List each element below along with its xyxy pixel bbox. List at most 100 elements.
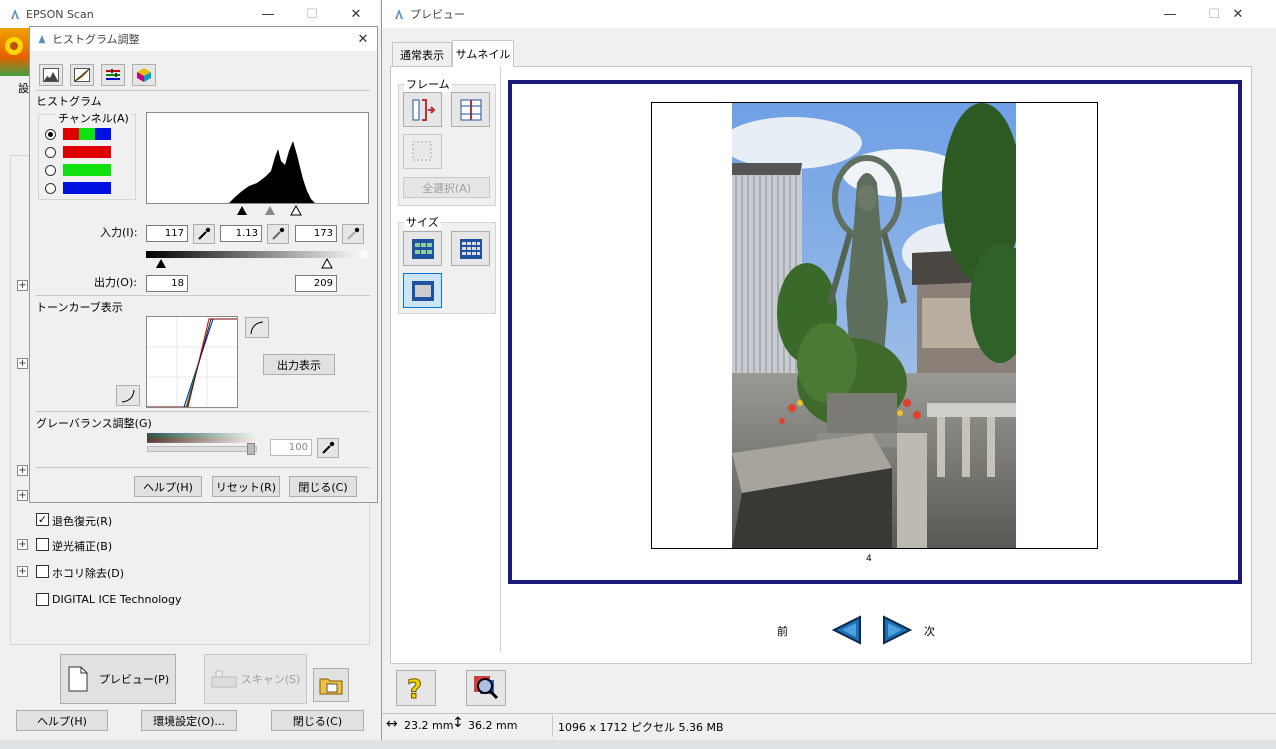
gray-balance-gradient: [147, 433, 257, 443]
input-shadow-field[interactable]: 117: [146, 225, 188, 242]
frame-detect-button[interactable]: [403, 92, 442, 127]
size-label: サイズ: [404, 214, 441, 230]
frame-detect-icon: [412, 98, 435, 121]
input-slider-markers[interactable]: [235, 205, 315, 217]
histogram-tool-icon[interactable]: [39, 64, 63, 86]
dust-expand-icon[interactable]: +: [17, 566, 28, 577]
curve-light-button[interactable]: [245, 317, 269, 338]
preview-titlebar: プレビュー — ☐ ✕: [382, 0, 1276, 28]
gray-balance-label: グレーバランス調整(G): [36, 417, 152, 430]
histogram-graph: [146, 112, 369, 204]
backlight-checkbox[interactable]: [36, 538, 49, 551]
preview-window-title: プレビュー: [410, 8, 465, 21]
output-label: 出力(O):: [94, 276, 137, 289]
divider: [36, 295, 370, 296]
grid-small-icon: [459, 238, 482, 259]
tone-curve-graph: [146, 316, 238, 408]
main-window-title: EPSON Scan: [26, 7, 94, 21]
status-height: 36.2 mm: [468, 719, 518, 732]
preview-close-button[interactable]: ✕: [1216, 0, 1260, 28]
output-shadow-field[interactable]: 18: [146, 275, 188, 292]
gray-balance-pipette-button[interactable]: [317, 438, 339, 458]
tab-normal-view[interactable]: 通常表示: [392, 42, 452, 66]
document-icon: [68, 666, 88, 692]
expand-icon[interactable]: +: [17, 358, 28, 369]
input-gamma-field[interactable]: 1.13: [220, 225, 262, 242]
thumbnail-photo: [732, 103, 1016, 548]
fade-restore-checkbox[interactable]: ✓: [36, 513, 49, 526]
histogram-reset-label: リセット(R): [215, 480, 277, 494]
question-mark-icon: ?: [407, 675, 423, 703]
expand-icon[interactable]: +: [17, 490, 28, 501]
divider: [36, 90, 370, 91]
input-highlight-field[interactable]: 173: [295, 225, 337, 242]
gray-balance-slider-thumb[interactable]: [247, 443, 255, 455]
preview-button[interactable]: プレビュー(P): [60, 654, 176, 704]
tone-curve-tool-icon[interactable]: [70, 64, 94, 86]
next-label: 次: [924, 625, 935, 638]
expand-icon[interactable]: +: [17, 465, 28, 476]
prev-arrow-button[interactable]: [830, 614, 864, 646]
color-balance-tool-icon[interactable]: [101, 64, 125, 86]
channel-rgb-radio[interactable]: [45, 129, 56, 140]
scan-button-label: スキャン(S): [240, 673, 301, 686]
output-display-button[interactable]: 出力表示: [263, 354, 335, 375]
taskbar-strip: [0, 740, 1276, 749]
main-help-button[interactable]: ヘルプ(H): [16, 710, 108, 731]
frame-split-button[interactable]: [451, 92, 490, 127]
histogram-close-icon[interactable]: ✕: [348, 27, 378, 51]
size-small-button[interactable]: [451, 231, 490, 266]
histogram-close-button[interactable]: 閉じる(C): [289, 476, 357, 497]
dust-checkbox[interactable]: [36, 565, 49, 578]
channel-rgb-swatch: [63, 128, 111, 140]
scan-button[interactable]: スキャン(S): [204, 654, 307, 704]
config-label: 環境設定(O)...: [153, 714, 225, 728]
svg-text:?: ?: [407, 675, 422, 702]
expand-icon[interactable]: +: [17, 280, 28, 291]
zoom-button[interactable]: [466, 670, 506, 706]
channel-green-radio[interactable]: [45, 165, 56, 176]
size-medium-button[interactable]: [403, 231, 442, 266]
status-width: 23.2 mm: [404, 719, 454, 732]
curve-dark-button[interactable]: [116, 385, 140, 406]
histogram-reset-button[interactable]: リセット(R): [212, 476, 280, 497]
preview-help-button[interactable]: ?: [396, 670, 436, 706]
single-frame-icon: [411, 280, 434, 301]
digital-ice-checkbox[interactable]: [36, 593, 49, 606]
gray-balance-slider-track[interactable]: [147, 446, 257, 452]
dust-label: ホコリ除去(D): [52, 567, 125, 580]
histogram-help-button[interactable]: ヘルプ(H): [134, 476, 202, 497]
output-slider-markers[interactable]: [146, 258, 367, 270]
channel-red-radio[interactable]: [45, 147, 56, 158]
frame-clear-button[interactable]: [403, 134, 442, 169]
gray-balance-field[interactable]: 100: [270, 439, 312, 456]
tab-thumbnail[interactable]: サムネイル: [452, 40, 514, 67]
pipette-icon: [198, 227, 211, 240]
main-minimize-button[interactable]: —: [246, 0, 290, 28]
gray-pipette-button[interactable]: [267, 224, 289, 244]
pipette-icon: [272, 227, 285, 240]
tab-normal-label: 通常表示: [400, 48, 444, 62]
preview-minimize-button[interactable]: —: [1148, 0, 1192, 28]
main-close-dialog-button[interactable]: 閉じる(C): [271, 710, 364, 731]
config-button[interactable]: 環境設定(O)...: [141, 710, 237, 731]
status-divider: [552, 715, 553, 737]
right-arrow-icon: [883, 615, 913, 645]
output-highlight-field[interactable]: 209: [295, 275, 337, 292]
scanner-icon: [211, 670, 237, 688]
main-close-button[interactable]: ✕: [334, 0, 378, 28]
color-cube-tool-icon[interactable]: [132, 64, 156, 86]
tone-curve-section-label: トーンカーブ表示: [36, 301, 123, 314]
highlight-pipette-button[interactable]: [342, 224, 364, 244]
backlight-expand-icon[interactable]: +: [17, 539, 28, 550]
main-maximize-button[interactable]: ☐: [290, 0, 334, 28]
folder-button[interactable]: [313, 668, 349, 702]
shadow-pipette-button[interactable]: [193, 224, 215, 244]
histogram-dialog: ヒストグラム調整 ✕ ヒストグラム チャンネル(A) 入力(I): 117 1.…: [29, 26, 378, 503]
epson-app-icon: [8, 7, 22, 21]
next-arrow-button[interactable]: [880, 614, 914, 646]
size-large-button[interactable]: [403, 273, 442, 308]
channel-blue-radio[interactable]: [45, 183, 56, 194]
select-all-button[interactable]: 全選択(A): [403, 177, 490, 198]
epson-logo-image: [0, 28, 32, 76]
